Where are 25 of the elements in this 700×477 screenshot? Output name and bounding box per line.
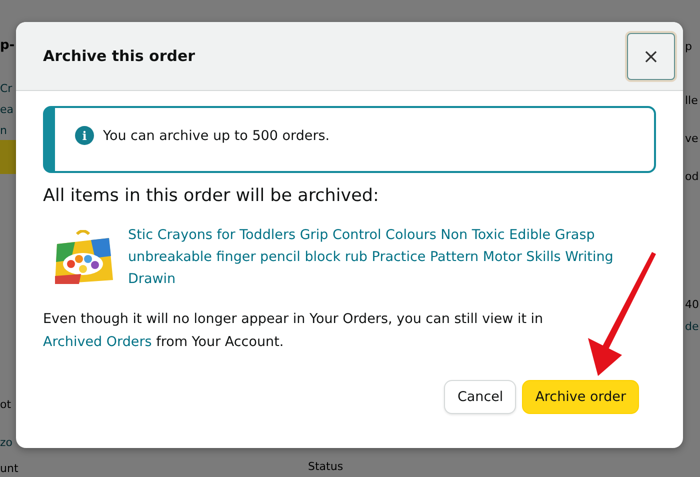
cancel-button[interactable]: Cancel <box>444 380 516 414</box>
button-background <box>0 140 16 174</box>
background-text: unt <box>0 462 18 475</box>
product-link[interactable]: Stic Crayons for Toddlers Grip Control Colours Non Toxic Edible Grasp unbreakable finger pencil block rub Practice Pattern Motor Skills Writing Drawin <box>128 224 656 290</box>
background-text: Cr <box>0 82 12 95</box>
background-text: od <box>685 170 699 183</box>
background-text: 40 <box>685 298 699 311</box>
archive-note: Even though it will no longer appear in Your Orders, you can still view it in Archived Orders from Your Account. <box>43 310 544 352</box>
background-text: zo <box>0 436 13 449</box>
background-text: ot <box>0 398 12 411</box>
background-text: ve <box>685 132 698 145</box>
background-text: ea <box>0 103 14 116</box>
info-icon: i <box>75 126 94 145</box>
section-heading: All items in this order will be archived: <box>43 186 380 206</box>
background-text: p <box>685 40 692 53</box>
background-text: de <box>685 320 699 333</box>
notice-text: You can archive up to 500 orders. <box>103 128 330 144</box>
close-button[interactable]: × <box>627 32 675 80</box>
background-text: lle <box>685 94 698 107</box>
background-text: Status <box>308 460 344 473</box>
background-text: p- <box>0 38 15 53</box>
background-text: n <box>0 124 7 137</box>
archived-orders-link[interactable]: Archived Orders <box>43 334 152 350</box>
dialog-title: Archive this order <box>43 47 196 65</box>
archive-button[interactable]: Archive order <box>522 380 639 414</box>
